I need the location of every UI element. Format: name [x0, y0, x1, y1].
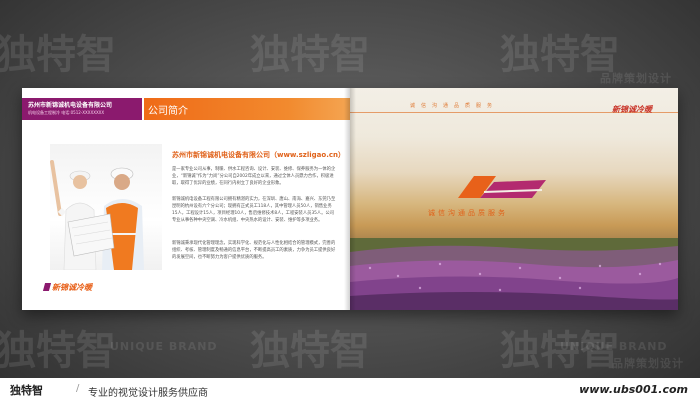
- lavender-field: [350, 238, 678, 310]
- header-company-name: 苏州市新锦诚机电设备有限公司: [28, 102, 113, 109]
- engineers-photo: [50, 144, 162, 270]
- intro-paragraph-2: 新锦诚机电设备工程有限公司拥有精湛的实力，在深圳、唐山、南海、嘉兴、东莞乃至昆明…: [172, 197, 336, 223]
- engineers-illustration: [50, 160, 144, 270]
- logo-mark-icon: [42, 283, 52, 291]
- header-company-sub: 机电设备工程制冷 电话:0512-XXXXXXXX: [28, 110, 105, 115]
- top-slogan: 诚信沟通品质服务: [410, 103, 499, 109]
- watermark-english: UNIQUE BRAND: [110, 340, 218, 353]
- watermark-brand: 独特智: [0, 32, 116, 78]
- right-page: 诚信沟通品质服务 新锦诚冷暖 诚信沟通品质服务: [350, 88, 678, 310]
- watermark-brand: 独特智: [250, 32, 370, 78]
- intro-paragraph-3: 新锦诚秉承现代化管理理念，实现科学化、规范化与人性化相结合的管理模式，完善的组织…: [172, 241, 336, 260]
- header-divider: [142, 98, 144, 120]
- bottom-url-link[interactable]: www.ubs001.com: [579, 383, 688, 396]
- brand-logo-left: 新锦诚冷暖: [52, 283, 92, 292]
- intro-paragraph-1: 是一家专业公司从事，制暖、供水工程咨询、设计、安装、维修、保养服务为一体的企业，…: [172, 167, 336, 186]
- bottom-separator: /: [76, 383, 80, 394]
- bottom-brand: 独特智: [10, 384, 43, 397]
- section-title: 公司简介: [148, 106, 188, 117]
- page-fold: [344, 88, 356, 310]
- watermark-brand: 独特智: [250, 328, 370, 374]
- bottom-slogan: 专业的视觉设计服务供应商: [88, 388, 208, 399]
- watermark-brand: 独特智: [0, 328, 116, 374]
- watermark-tagline: 品牌策划设计: [600, 72, 672, 85]
- mid-slogan: 诚信沟通品质服务: [428, 209, 508, 217]
- watermark-tagline: 品牌策划设计: [612, 357, 684, 370]
- company-heading: 苏州市新锦诚机电设备有限公司（www.szligao.cn）: [172, 151, 345, 159]
- brochure-spread: 苏州市新锦诚机电设备有限公司 机电设备工程制冷 电话:0512-XXXXXXXX…: [22, 88, 678, 310]
- watermark-english: UNIQUE BRAND: [560, 340, 668, 353]
- left-page: 苏州市新锦诚机电设备有限公司 机电设备工程制冷 电话:0512-XXXXXXXX…: [22, 88, 350, 310]
- brand-logo-right: 新锦诚冷暖: [612, 105, 652, 114]
- brand-emblem-icon: [458, 176, 546, 198]
